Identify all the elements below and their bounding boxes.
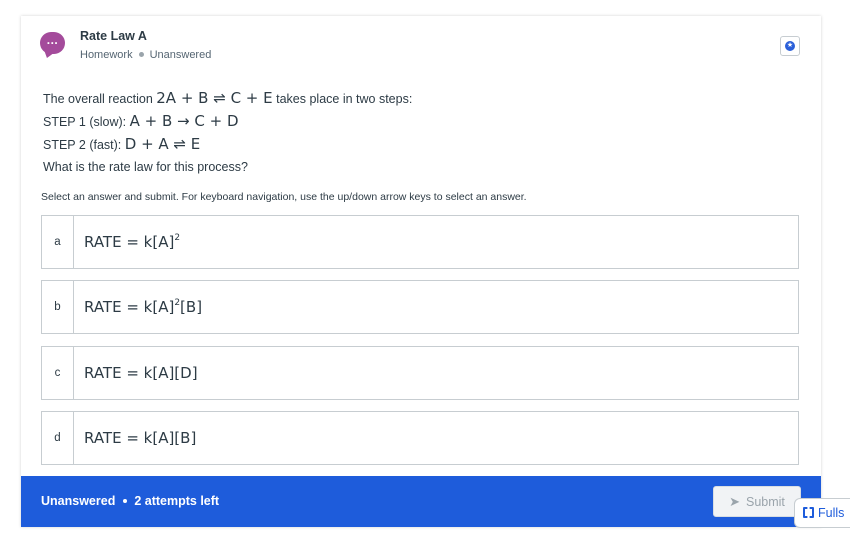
question-title: Rate Law A [80, 29, 147, 43]
option-letter: c [42, 347, 74, 399]
submission-footer: Unanswered 2 attempts left ➤ Submit [21, 476, 821, 527]
fullscreen-button[interactable]: Fulls [794, 498, 850, 528]
chat-bubble-icon: ... [40, 32, 65, 54]
answer-option-d[interactable]: d RATE = k[A][B] [41, 411, 799, 465]
question-body: The overall reaction 2A + B ⇌ C + E take… [43, 87, 412, 178]
option-text: RATE = k[A]2[B] [84, 298, 203, 316]
paper-plane-icon: ➤ [729, 494, 740, 509]
attempts-left: 2 attempts left [134, 494, 220, 508]
attempt-status: Unanswered 2 attempts left [41, 476, 219, 527]
question-prompt: What is the rate law for this process? [43, 160, 248, 174]
answer-option-b[interactable]: b RATE = k[A]2[B] [41, 280, 799, 334]
question-meta: Homework Unanswered [80, 49, 211, 61]
step-1-equation: A + B → C + D [129, 112, 239, 130]
question-card: ... Rate Law A Homework Unanswered ★ The … [21, 16, 821, 527]
submit-button[interactable]: ➤ Submit [713, 486, 801, 517]
overall-reaction-equation: 2A + B ⇌ C + E [156, 89, 273, 107]
question-type: Homework [80, 49, 133, 61]
option-letter: a [42, 216, 74, 268]
question-status: Unanswered [149, 49, 212, 61]
answer-option-c[interactable]: c RATE = k[A][D] [41, 346, 799, 400]
question-line-1: The overall reaction 2A + B ⇌ C + E take… [43, 89, 413, 107]
option-text: RATE = k[A][D] [84, 364, 198, 382]
option-letter: b [42, 281, 74, 333]
option-letter: d [42, 412, 74, 464]
option-text: RATE = k[A]2 [84, 233, 181, 251]
option-text: RATE = k[A][B] [84, 429, 197, 447]
answer-instructions: Select an answer and submit. For keyboar… [41, 191, 527, 203]
star-badge-icon: ★ [785, 41, 795, 51]
flag-question-button[interactable]: ★ [780, 36, 800, 56]
step-2-equation: D + A ⇌ E [124, 135, 201, 153]
submit-label: Submit [746, 495, 785, 509]
fullscreen-icon [803, 507, 814, 518]
question-step-1: STEP 1 (slow): A + B → C + D [43, 112, 239, 130]
question-header: ... Rate Law A Homework Unanswered ★ [21, 16, 821, 76]
fullscreen-label: Fulls [818, 506, 845, 520]
separator-dot [138, 52, 144, 58]
question-step-2: STEP 2 (fast): D + A ⇌ E [43, 135, 201, 153]
answer-option-a[interactable]: a RATE = k[A]2 [41, 215, 799, 269]
footer-status: Unanswered [41, 494, 116, 508]
separator-dot [123, 498, 128, 503]
